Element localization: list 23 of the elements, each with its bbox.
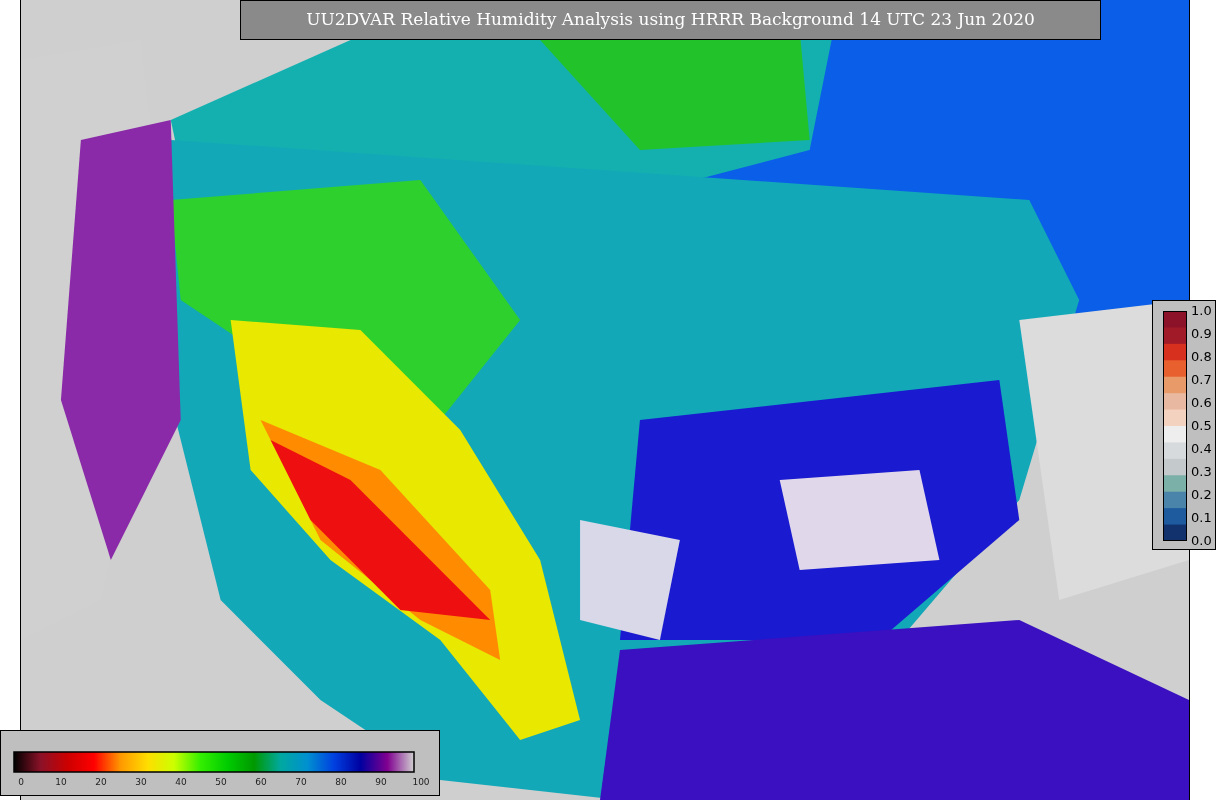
map-title: UU2DVAR Relative Humidity Analysis using HRRR Background 14 UTC 23 Jun 2020 [306,8,1035,32]
tick-label: 0.7 [1191,373,1212,387]
tick-label: 60 [255,776,267,788]
tick-label: 20 [95,776,107,788]
tick-label: 0.9 [1191,327,1212,341]
tick-label: 0.3 [1191,465,1212,479]
tick-label: 0 [18,776,24,788]
tick-label: 50 [215,776,227,788]
tick-label: 0.2 [1191,488,1212,502]
tick-label: 70 [295,776,307,788]
tick-label: 30 [135,776,147,788]
tick-label: 0.1 [1191,511,1212,525]
tick-label: 0.6 [1191,396,1212,410]
tick-label: 90 [375,776,387,788]
tick-label: 80 [335,776,347,788]
tick-label: 0.0 [1191,534,1212,548]
tick-label: 10 [55,776,67,788]
tick-label: 0.8 [1191,350,1212,364]
tick-label: 40 [175,776,187,788]
tick-label: 0.4 [1191,442,1212,456]
tick-label: 1.0 [1191,304,1212,318]
tick-label: 100 [412,776,430,788]
tick-label: 0.5 [1191,419,1212,433]
